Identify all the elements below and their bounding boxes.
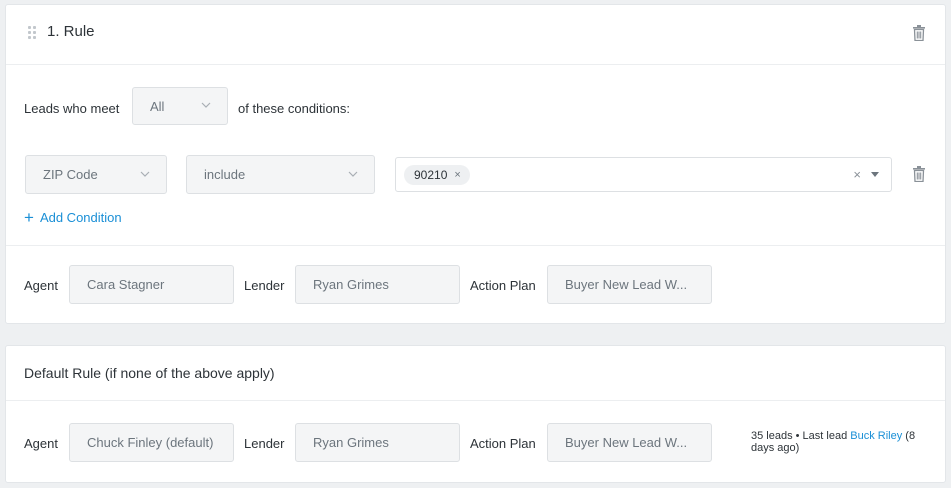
default-action-plan-label: Action Plan <box>470 436 536 451</box>
add-condition-button[interactable]: + Add Condition <box>24 207 122 227</box>
value-tag-label: 90210 <box>414 168 448 182</box>
add-condition-label: Add Condition <box>39 210 122 225</box>
lead-stats-prefix: 35 leads • Last lead <box>751 430 851 442</box>
drag-handle-icon[interactable] <box>28 26 36 40</box>
value-tag: 90210 × <box>404 165 470 185</box>
default-rule-title: Default Rule (if none of the above apply… <box>24 365 275 381</box>
assignment-divider <box>6 245 945 246</box>
chevron-down-icon <box>201 102 211 108</box>
agent-label: Agent <box>24 278 58 293</box>
chevron-down-icon <box>140 171 150 177</box>
plus-icon: + <box>24 207 34 227</box>
action-plan-label: Action Plan <box>470 278 536 293</box>
default-agent-label: Agent <box>24 436 58 451</box>
default-divider <box>6 400 945 401</box>
condition-field-select[interactable]: ZIP Code <box>25 155 167 194</box>
lender-value: Ryan Grimes <box>313 277 389 292</box>
action-plan-value: Buyer New Lead W... <box>565 277 688 292</box>
default-agent-value: Chuck Finley (default) <box>87 435 214 450</box>
rule-card: 1. Rule Leads who meet All of these cond… <box>5 4 946 324</box>
match-prefix-label: Leads who meet <box>24 101 120 116</box>
lead-stats: 35 leads • Last lead Buck Riley (8 days … <box>751 430 921 454</box>
remove-tag-icon[interactable]: × <box>454 169 460 181</box>
default-action-plan-value: Buyer New Lead W... <box>565 435 688 450</box>
condition-values-input[interactable]: 90210 × × <box>395 157 892 192</box>
default-lender-label: Lender <box>244 436 285 451</box>
default-lender-select[interactable]: Ryan Grimes <box>295 423 460 462</box>
agent-value: Cara Stagner <box>87 277 165 292</box>
lender-label: Lender <box>244 278 285 293</box>
default-lender-value: Ryan Grimes <box>313 435 389 450</box>
delete-rule-trash-icon[interactable] <box>913 25 925 41</box>
condition-operator-value: include <box>204 167 246 182</box>
header-divider <box>6 64 945 65</box>
condition-field-value: ZIP Code <box>43 167 98 182</box>
caret-down-icon[interactable] <box>871 172 879 177</box>
default-rule-card: Default Rule (if none of the above apply… <box>5 345 946 483</box>
lender-select[interactable]: Ryan Grimes <box>295 265 460 304</box>
match-type-value: All <box>150 98 165 114</box>
agent-select[interactable]: Cara Stagner <box>69 265 234 304</box>
last-lead-link[interactable]: Buck Riley <box>850 430 902 442</box>
chevron-down-icon <box>348 171 358 177</box>
clear-icon[interactable]: × <box>853 167 861 182</box>
match-type-select[interactable]: All <box>132 87 228 125</box>
default-action-plan-select[interactable]: Buyer New Lead W... <box>547 423 712 462</box>
default-agent-select[interactable]: Chuck Finley (default) <box>69 423 234 462</box>
action-plan-select[interactable]: Buyer New Lead W... <box>547 265 712 304</box>
rule-title: 1. Rule <box>47 23 95 40</box>
match-suffix-label: of these conditions: <box>238 101 351 116</box>
delete-condition-trash-icon[interactable] <box>913 166 925 182</box>
condition-operator-select[interactable]: include <box>186 155 375 194</box>
